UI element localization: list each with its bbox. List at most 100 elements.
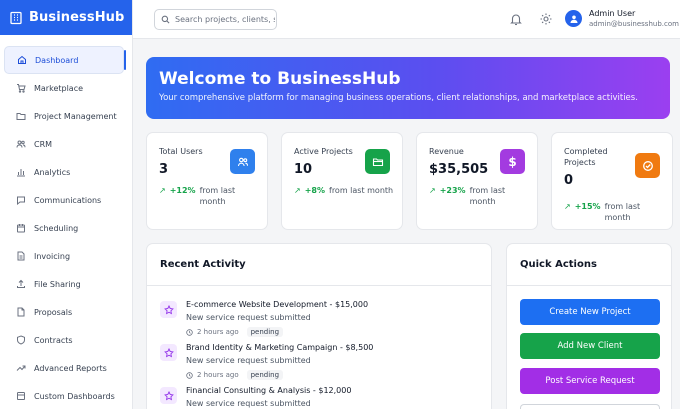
home-icon	[17, 55, 27, 65]
stat-card-completed-projects: Completed Projects 0 ↗ +15% from last mo…	[551, 132, 673, 230]
search-box[interactable]	[154, 9, 277, 30]
stat-card-total-users: Total Users 3 ↗ +12% from last month	[146, 132, 268, 230]
stat-change-period: from last month	[469, 186, 506, 206]
sidebar-item-dashboard[interactable]: Dashboard	[4, 46, 126, 74]
welcome-banner: Welcome to BusinessHub Your comprehensiv…	[146, 57, 670, 119]
stat-change: ↗ +23% from last month	[429, 185, 520, 207]
activity-title: Brand Identity & Marketing Campaign - $8…	[186, 343, 374, 352]
star-icon	[160, 387, 177, 404]
activity-body: Brand Identity & Marketing Campaign - $8…	[186, 342, 373, 380]
file-text-icon	[16, 307, 26, 317]
stat-change: ↗ +8% from last month	[294, 185, 399, 196]
stat-change-percent: +12%	[169, 186, 196, 195]
stat-label: Total Users	[159, 147, 203, 156]
more-actions-button[interactable]	[520, 404, 660, 409]
sidebar-item-proposals[interactable]: Proposals	[4, 298, 126, 326]
activity-body: Financial Consulting & Analysis - $12,00…	[186, 385, 351, 409]
activity-body: E-commerce Website Development - $15,000…	[186, 299, 368, 337]
activity-meta: 2 hours ago pending	[186, 327, 368, 337]
panel-title: Quick Actions	[520, 259, 597, 270]
sidebar-item-label: CRM	[34, 139, 53, 149]
sidebar: BusinessHub Dashboard Marketplace Projec…	[0, 0, 133, 409]
sidebar-item-label: Communications	[34, 195, 102, 205]
user-menu[interactable]: Admin User admin@businesshub.com	[565, 8, 679, 29]
divider	[507, 285, 671, 286]
user-icon	[569, 14, 579, 24]
activity-description: New service request submitted	[186, 399, 311, 408]
sidebar-item-label: Custom Dashboards	[34, 391, 115, 401]
brand[interactable]: BusinessHub	[0, 0, 132, 35]
sidebar-item-label: Advanced Reports	[34, 363, 107, 373]
banner-subtitle: Your comprehensive platform for managing…	[159, 93, 638, 103]
trend-up-icon: ↗	[564, 202, 571, 211]
stat-change-period: from last month	[604, 202, 641, 222]
clock-icon	[186, 328, 193, 336]
layout-icon	[16, 391, 26, 401]
cart-icon	[16, 83, 26, 93]
sidebar-item-label: Dashboard	[35, 55, 79, 65]
stat-change-percent: +23%	[439, 186, 466, 195]
user-name: Admin User	[589, 9, 636, 18]
brand-name: BusinessHub	[29, 10, 125, 25]
stat-change: ↗ +12% from last month	[159, 185, 250, 207]
bar-chart-icon	[16, 167, 26, 177]
activity-title: E-commerce Website Development - $15,000	[186, 300, 369, 309]
divider	[147, 285, 491, 286]
sidebar-item-project-management[interactable]: Project Management	[4, 102, 126, 130]
sidebar-item-communications[interactable]: Communications	[4, 186, 126, 214]
gear-icon[interactable]	[539, 12, 553, 26]
sidebar-item-scheduling[interactable]: Scheduling	[4, 214, 126, 242]
users-icon	[230, 149, 255, 174]
add-new-client-button[interactable]: Add New Client	[520, 333, 660, 359]
sidebar-item-file-sharing[interactable]: File Sharing	[4, 270, 126, 298]
sidebar-item-label: Invoicing	[34, 251, 71, 261]
document-icon	[16, 251, 26, 261]
banner-title: Welcome to BusinessHub	[159, 69, 401, 89]
sidebar-item-analytics[interactable]: Analytics	[4, 158, 126, 186]
stat-change: ↗ +15% from last month	[564, 201, 655, 223]
activity-time: 2 hours ago	[197, 371, 239, 379]
upload-icon	[16, 279, 26, 289]
trend-up-icon: ↗	[294, 186, 301, 195]
stat-change-percent: +8%	[304, 186, 325, 195]
star-icon	[160, 301, 177, 318]
status-badge: pending	[246, 370, 284, 380]
sidebar-item-invoicing[interactable]: Invoicing	[4, 242, 126, 270]
sidebar-item-advanced-reports[interactable]: Advanced Reports	[4, 354, 126, 382]
status-badge: pending	[246, 327, 284, 337]
sidebar-item-contracts[interactable]: Contracts	[4, 326, 126, 354]
sidebar-item-label: File Sharing	[34, 279, 81, 289]
clock-icon	[186, 371, 193, 379]
check-icon	[635, 153, 660, 178]
stat-change-percent: +15%	[574, 202, 601, 211]
search-input[interactable]	[175, 15, 275, 24]
sidebar-item-marketplace[interactable]: Marketplace	[4, 74, 126, 102]
quick-actions-panel: Quick Actions Create New Project Add New…	[506, 243, 672, 409]
create-new-project-button[interactable]: Create New Project	[520, 299, 660, 325]
activity-time: 2 hours ago	[197, 328, 239, 336]
trending-icon	[16, 363, 26, 373]
stat-label: Revenue	[429, 147, 464, 156]
sidebar-item-label: Contracts	[34, 335, 73, 345]
avatar	[565, 10, 582, 27]
stat-card-revenue: Revenue $35,505 $ ↗ +23% from last month	[416, 132, 538, 230]
calendar-icon	[16, 223, 26, 233]
bell-icon[interactable]	[509, 12, 523, 26]
sidebar-item-label: Project Management	[34, 111, 117, 121]
recent-activity-panel: Recent Activity E-commerce Website Devel…	[146, 243, 492, 409]
sidebar-item-label: Scheduling	[34, 223, 79, 233]
sidebar-item-crm[interactable]: CRM	[4, 130, 126, 158]
stat-label: Completed Projects	[564, 147, 608, 167]
shield-icon	[16, 335, 26, 345]
top-bar: Admin User admin@businesshub.com	[133, 0, 680, 39]
folder-open-icon	[365, 149, 390, 174]
post-service-request-button[interactable]: Post Service Request	[520, 368, 660, 394]
panel-title: Recent Activity	[160, 259, 246, 270]
user-email: admin@businesshub.com	[589, 20, 679, 28]
activity-meta: 2 hours ago pending	[186, 370, 373, 380]
folder-icon	[16, 111, 26, 121]
stat-label: Active Projects	[294, 147, 353, 156]
sidebar-nav: Dashboard Marketplace Project Management…	[0, 35, 132, 409]
star-icon	[160, 344, 177, 361]
sidebar-item-custom-dashboards[interactable]: Custom Dashboards	[4, 382, 126, 409]
